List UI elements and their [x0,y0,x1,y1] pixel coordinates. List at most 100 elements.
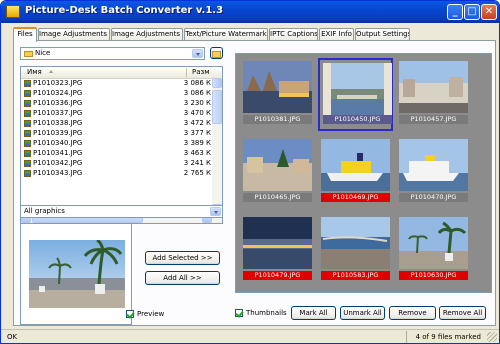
app-window: Picture-Desk Batch Converter v.1.3 _ □ ✕… [0,0,500,344]
file-list-row[interactable]: P1010343.JPG 2 765 К [21,169,211,178]
tab-image-adjustments-1[interactable]: Image Adjustments 1 [38,28,110,40]
tab-image-adjustments-2[interactable]: Image Adjustments 2 [111,28,183,40]
file-list-row[interactable]: P1010339.JPG 3 377 К [21,129,211,138]
thumbnail-item[interactable]: P1010469.JPG [318,136,393,209]
add-selected-button[interactable]: Add Selected >> [145,251,220,265]
status-divider [406,331,407,343]
file-size: 3 389 К [183,139,211,147]
sort-asc-icon [49,70,53,73]
thumbnails-checkbox[interactable] [235,309,243,317]
add-all-button[interactable]: Add All >> [145,271,220,285]
files-panel: Nice Имя Разм P1010323.JPG 3 086 К P101032… [13,40,496,326]
close-button[interactable]: ✕ [481,4,497,20]
preview-checkbox[interactable] [126,310,134,318]
file-name: P1010323.JPG [33,79,83,87]
file-name: P1010342.JPG [33,159,83,167]
scroll-up-icon[interactable] [212,78,222,88]
thumbnail-caption: P1010479.JPG [243,271,312,280]
thumbnail-item[interactable]: P1010450.JPG [318,58,393,131]
file-size: 3 241 К [183,159,211,167]
file-list-row[interactable]: P1010323.JPG 3 086 К [21,79,211,88]
file-name: P1010340.JPG [33,139,83,147]
remove-button[interactable]: Remove [389,306,436,320]
tab-exif-info[interactable]: EXIF Info [319,28,354,40]
thumbnail-item[interactable]: P1010479.JPG [240,214,315,287]
thumbnail-image [243,61,312,113]
tab-files[interactable]: Files [13,27,37,42]
image-preview [20,223,132,325]
image-file-icon [24,140,31,147]
file-name: P1010336.JPG [33,99,83,107]
preview-image [29,240,125,308]
file-list-row[interactable]: P1010342.JPG 3 241 К [21,159,211,168]
thumbnail-image [323,63,392,115]
file-size: 3 086 К [183,79,211,87]
column-name-header[interactable]: Имя [27,68,42,76]
title-bar[interactable]: Picture-Desk Batch Converter v.1.3 _ □ ✕ [1,1,499,23]
thumbnail-image [321,217,390,269]
file-size: 3 086 К [183,89,211,97]
folder-combo[interactable]: Nice [20,47,205,60]
maximize-button[interactable]: □ [464,4,480,20]
thumbnail-image [243,139,312,191]
file-list-header: Имя Разм [21,67,222,79]
tab-iptc-captions[interactable]: IPTC Captions [269,28,318,40]
file-list[interactable]: Имя Разм P1010323.JPG 3 086 К P1010324.JPG… [20,66,223,224]
file-name: P1010341.JPG [33,149,83,157]
unmark-all-button[interactable]: Unmark All [340,306,385,320]
thumbnail-gallery[interactable]: P1010381.JPG P1010450.JPG P1010457.JPG P101… [235,53,492,293]
file-list-row[interactable]: P1010324.JPG 3 086 К [21,89,211,98]
chevron-down-icon[interactable] [192,49,203,58]
file-size: 3 463 К [183,149,211,157]
thumbnail-caption: P1010450.JPG [323,115,392,124]
folder-up-icon [212,51,221,58]
thumbnail-item[interactable]: P1010583.JPG [318,214,393,287]
file-list-row[interactable]: P1010337.JPG 3 470 К [21,109,211,118]
thumbnail-item[interactable]: P1010465.JPG [240,136,315,209]
remove-all-button[interactable]: Remove All [439,306,486,320]
folder-icon [24,51,33,57]
thumbnail-image [243,217,312,269]
image-file-icon [24,80,31,87]
file-list-row[interactable]: P1010340.JPG 3 389 К [21,139,211,148]
mark-all-button[interactable]: Mark All [291,306,336,320]
minimize-button[interactable]: _ [447,4,463,20]
image-file-icon [24,160,31,167]
file-name: P1010324.JPG [33,89,83,97]
file-list-row[interactable]: P1010341.JPG 3 463 К [21,149,211,158]
file-name: P1010338.JPG [33,119,83,127]
folder-up-button[interactable] [210,47,223,59]
folder-combo-value: Nice [35,49,51,57]
thumbnail-image [321,139,390,191]
thumbnail-caption: P1010470.JPG [399,193,468,202]
scroll-thumb[interactable] [212,90,222,124]
file-name: P1010339.JPG [33,129,83,137]
resize-grip-icon[interactable] [487,332,497,342]
file-size: 3 470 К [183,109,211,117]
thumbnail-image [399,217,468,269]
image-file-icon [24,100,31,107]
file-name: P1010337.JPG [33,109,83,117]
file-list-row[interactable]: P1010338.JPG 3 472 К [21,119,211,128]
app-icon [6,5,20,18]
thumbnail-item[interactable]: P1010381.JPG [240,58,315,131]
thumbnail-caption: P1010469.JPG [321,193,390,202]
thumbnail-image [399,139,468,191]
file-size: 3 230 К [183,99,211,107]
filter-value: All graphics [24,207,65,215]
thumbnail-item[interactable]: P1010457.JPG [396,58,471,131]
tab-watermark[interactable]: Text/Picture Watermark [184,28,268,40]
file-size: 2 765 К [183,169,211,177]
image-file-icon [24,90,31,97]
vertical-scrollbar[interactable] [212,78,222,214]
column-size-header[interactable]: Разм [192,68,210,76]
thumbnail-item[interactable]: P1010630.JPG [396,214,471,287]
preview-checkbox-label: Preview [137,310,165,318]
file-type-filter[interactable]: All graphics [20,205,223,218]
file-list-row[interactable]: P1010336.JPG 3 230 К [21,99,211,108]
thumbnail-caption: P1010583.JPG [321,271,390,280]
marked-count: 4 of 9 files marked [415,333,481,341]
thumbnail-item[interactable]: P1010470.JPG [396,136,471,209]
chevron-down-icon[interactable] [210,207,221,216]
tab-output-settings[interactable]: Output Settings [355,28,410,40]
